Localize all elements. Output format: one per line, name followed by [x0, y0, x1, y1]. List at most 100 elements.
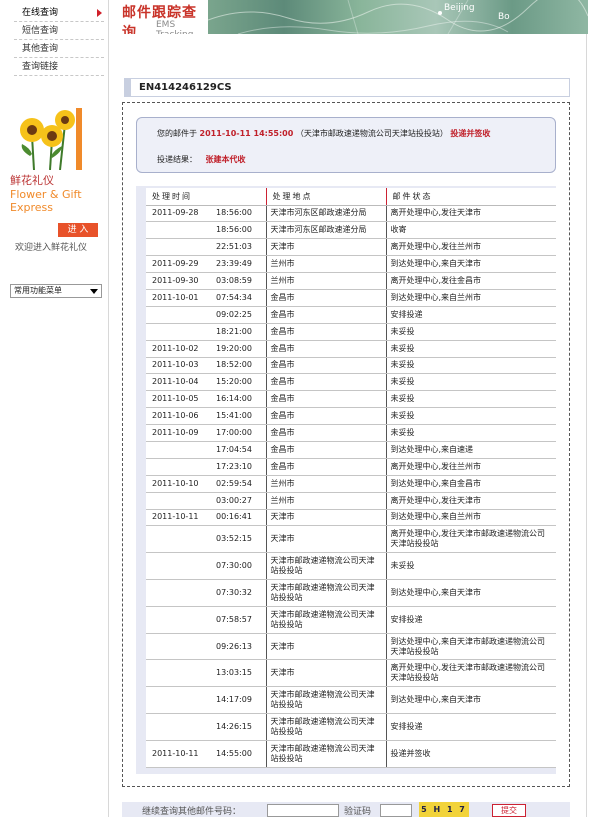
side-nav-query-links[interactable]: 查询链接: [14, 58, 104, 76]
table-row: 2011-10-11 00:16:41 天津市 到达处理中心,来自兰州市: [146, 509, 556, 527]
cell-status: 未妥投: [386, 424, 556, 442]
cell-date: 2011-10-05: [152, 394, 199, 404]
cell-location: 兰州市: [266, 272, 387, 290]
cell-date: 2011-10-11: [152, 512, 199, 522]
cell-status: 离开处理中心,发往兰州市: [386, 238, 556, 257]
table-row: 2011-10-10 02:59:54 兰州市 到达处理中心,来自金昌市: [146, 475, 556, 493]
table-row: 17:23:10 金昌市 离开处理中心,发往兰州市: [146, 458, 556, 476]
cell-clock: 16:14:00: [216, 394, 252, 404]
side-nav-online-query[interactable]: 在线查询: [14, 4, 104, 22]
side-nav-label: 短信查询: [22, 26, 59, 36]
table-row: 2011-09-30 03:08:59 兰州市 离开处理中心,发往金昌市: [146, 272, 556, 290]
cell-clock: 09:26:13: [216, 641, 252, 651]
table-row: 17:04:54 金昌市 到达处理中心,来自速递: [146, 441, 556, 459]
cell-location: 天津市河东区邮政速递分局: [266, 221, 387, 240]
cell-time: 22:51:03: [146, 238, 267, 257]
cell-status: 到达处理中心,来自天津市: [386, 579, 556, 607]
side-nav-other-query[interactable]: 其他查询: [14, 40, 104, 58]
side-nav: 在线查询 短信查询 其他查询 查询链接: [14, 4, 104, 76]
cell-status: 未妥投: [386, 390, 556, 409]
cell-time: 2011-10-10 02:59:54: [146, 475, 267, 493]
cell-time: 07:58:57: [146, 606, 267, 634]
cell-time: 2011-09-30 03:08:59: [146, 272, 267, 290]
cell-clock: 17:00:00: [216, 428, 252, 438]
cell-clock: 02:59:54: [216, 478, 252, 488]
tracking-number-input[interactable]: [267, 804, 339, 817]
captcha-label: 验证码: [344, 807, 372, 817]
cell-location: 天津市: [266, 525, 387, 554]
tracking-number: EN414246129CS: [139, 82, 232, 93]
result-label: 投递结果：: [157, 155, 197, 164]
cell-time: 18:21:00: [146, 323, 267, 341]
cell-date: 2011-09-29: [152, 259, 199, 269]
cell-clock: 23:39:49: [216, 259, 252, 269]
cell-location: 天津市: [266, 509, 387, 527]
side-nav-sms-query[interactable]: 短信查询: [14, 22, 104, 40]
cell-location: 天津市邮政速递物流公司天津站投投站: [266, 740, 387, 768]
flower-promo[interactable]: 鲜花礼仪 Flower & Gift Express: [8, 108, 104, 214]
triangle-right-icon: [97, 9, 102, 17]
cell-status: 未妥投: [386, 552, 556, 581]
delivery-summary: 您的邮件于 2011-10-11 14:55:00 （天津市邮政速递物流公司天津…: [136, 117, 556, 173]
table-header-row: 处理时间 处理地点 邮件状态: [146, 188, 556, 206]
table-row: 2011-10-02 19:20:00 金昌市 未妥投: [146, 340, 556, 358]
cell-clock: 14:55:00: [216, 748, 252, 758]
table-row: 2011-09-29 23:39:49 兰州市 到达处理中心,来自天津市: [146, 255, 556, 274]
table-row: 18:21:00 金昌市 未妥投: [146, 323, 556, 341]
cell-date: 2011-10-10: [152, 478, 199, 488]
cell-location: 天津市: [266, 633, 387, 661]
cell-clock: 07:58:57: [216, 614, 252, 624]
cell-time: 13:03:15: [146, 659, 267, 688]
cell-location: 金昌市: [266, 407, 387, 426]
cell-location: 兰州市: [266, 255, 387, 274]
cell-time: 09:02:25: [146, 306, 267, 324]
cell-location: 金昌市: [266, 441, 387, 459]
cell-status: 离开处理中心,发往兰州市: [386, 458, 556, 476]
banner-title-area: 邮件跟踪查询 EMS Tracking: [110, 0, 210, 34]
cell-status: 到达处理中心,来自天津市: [386, 686, 556, 714]
header-banner: 邮件跟踪查询 EMS Tracking Beijing Bo: [110, 0, 588, 34]
cell-status: 未妥投: [386, 340, 556, 358]
cell-status: 到达处理中心,来自金昌市: [386, 475, 556, 493]
captcha-image[interactable]: 5 H 1 7: [419, 802, 469, 817]
cell-location: 天津市邮政速递物流公司天津站投投站: [266, 686, 387, 714]
cell-time: 14:26:15: [146, 713, 267, 741]
table-row: 2011-10-11 14:55:00 天津市邮政速递物流公司天津站投投站 投递并签收: [146, 740, 556, 768]
cell-status: 离开处理中心,发往天津市邮政速递物流公司天津站投投站: [386, 659, 556, 688]
cell-clock: 19:20:00: [216, 343, 252, 353]
table-row: 22:51:03 天津市 离开处理中心,发往兰州市: [146, 238, 556, 257]
table-row: 07:30:00 天津市邮政速递物流公司天津站投投站 未妥投: [146, 552, 556, 581]
cell-status: 未妥投: [386, 373, 556, 392]
summary-result: 投递结果： 张建本代收: [157, 154, 246, 165]
enter-button[interactable]: 进 入: [58, 223, 98, 237]
cell-location: 金昌市: [266, 306, 387, 324]
cell-status: 投递并签收: [386, 740, 556, 768]
cell-date: 2011-10-06: [152, 411, 199, 421]
cell-location: 金昌市: [266, 373, 387, 392]
promo-en-line-2: Express: [10, 201, 53, 214]
cell-date: 2011-10-01: [152, 292, 199, 302]
captcha-input[interactable]: [380, 804, 412, 817]
summary-line: 您的邮件于 2011-10-11 14:55:00 （天津市邮政速递物流公司天津…: [157, 127, 547, 141]
cell-status: 到达处理中心,来自天津市: [386, 255, 556, 274]
cell-location: 金昌市: [266, 340, 387, 358]
cell-time: 2011-09-28 18:56:00: [146, 205, 267, 223]
cell-time: 2011-10-05 16:14:00: [146, 390, 267, 409]
cell-time: 17:04:54: [146, 441, 267, 459]
cell-time: 2011-10-03 18:52:00: [146, 357, 267, 375]
table-row: 2011-10-01 07:54:34 金昌市 到达处理中心,来自兰州市: [146, 289, 556, 307]
cell-location: 天津市邮政速递物流公司天津站投投站: [266, 579, 387, 607]
chevron-down-icon: [90, 289, 98, 294]
result-value: 张建本代收: [205, 155, 246, 164]
common-functions-select[interactable]: 常用功能菜单: [10, 284, 102, 298]
table-row: 18:56:00 天津市河东区邮政速递分局 收寄: [146, 221, 556, 240]
submit-button[interactable]: 提交: [492, 804, 526, 817]
cell-date: 2011-09-30: [152, 276, 199, 285]
cell-clock: 07:30:00: [216, 561, 252, 571]
cell-location: 兰州市: [266, 492, 387, 510]
table-row: 09:26:13 天津市 到达处理中心,来自天津市邮政速递物流公司天津站投投站: [146, 633, 556, 661]
cell-location: 天津市: [266, 238, 387, 257]
cell-clock: 13:03:15: [216, 668, 252, 678]
map-dot-icon: [438, 11, 442, 15]
query-label: 继续查询其他邮件号码：: [142, 807, 242, 817]
